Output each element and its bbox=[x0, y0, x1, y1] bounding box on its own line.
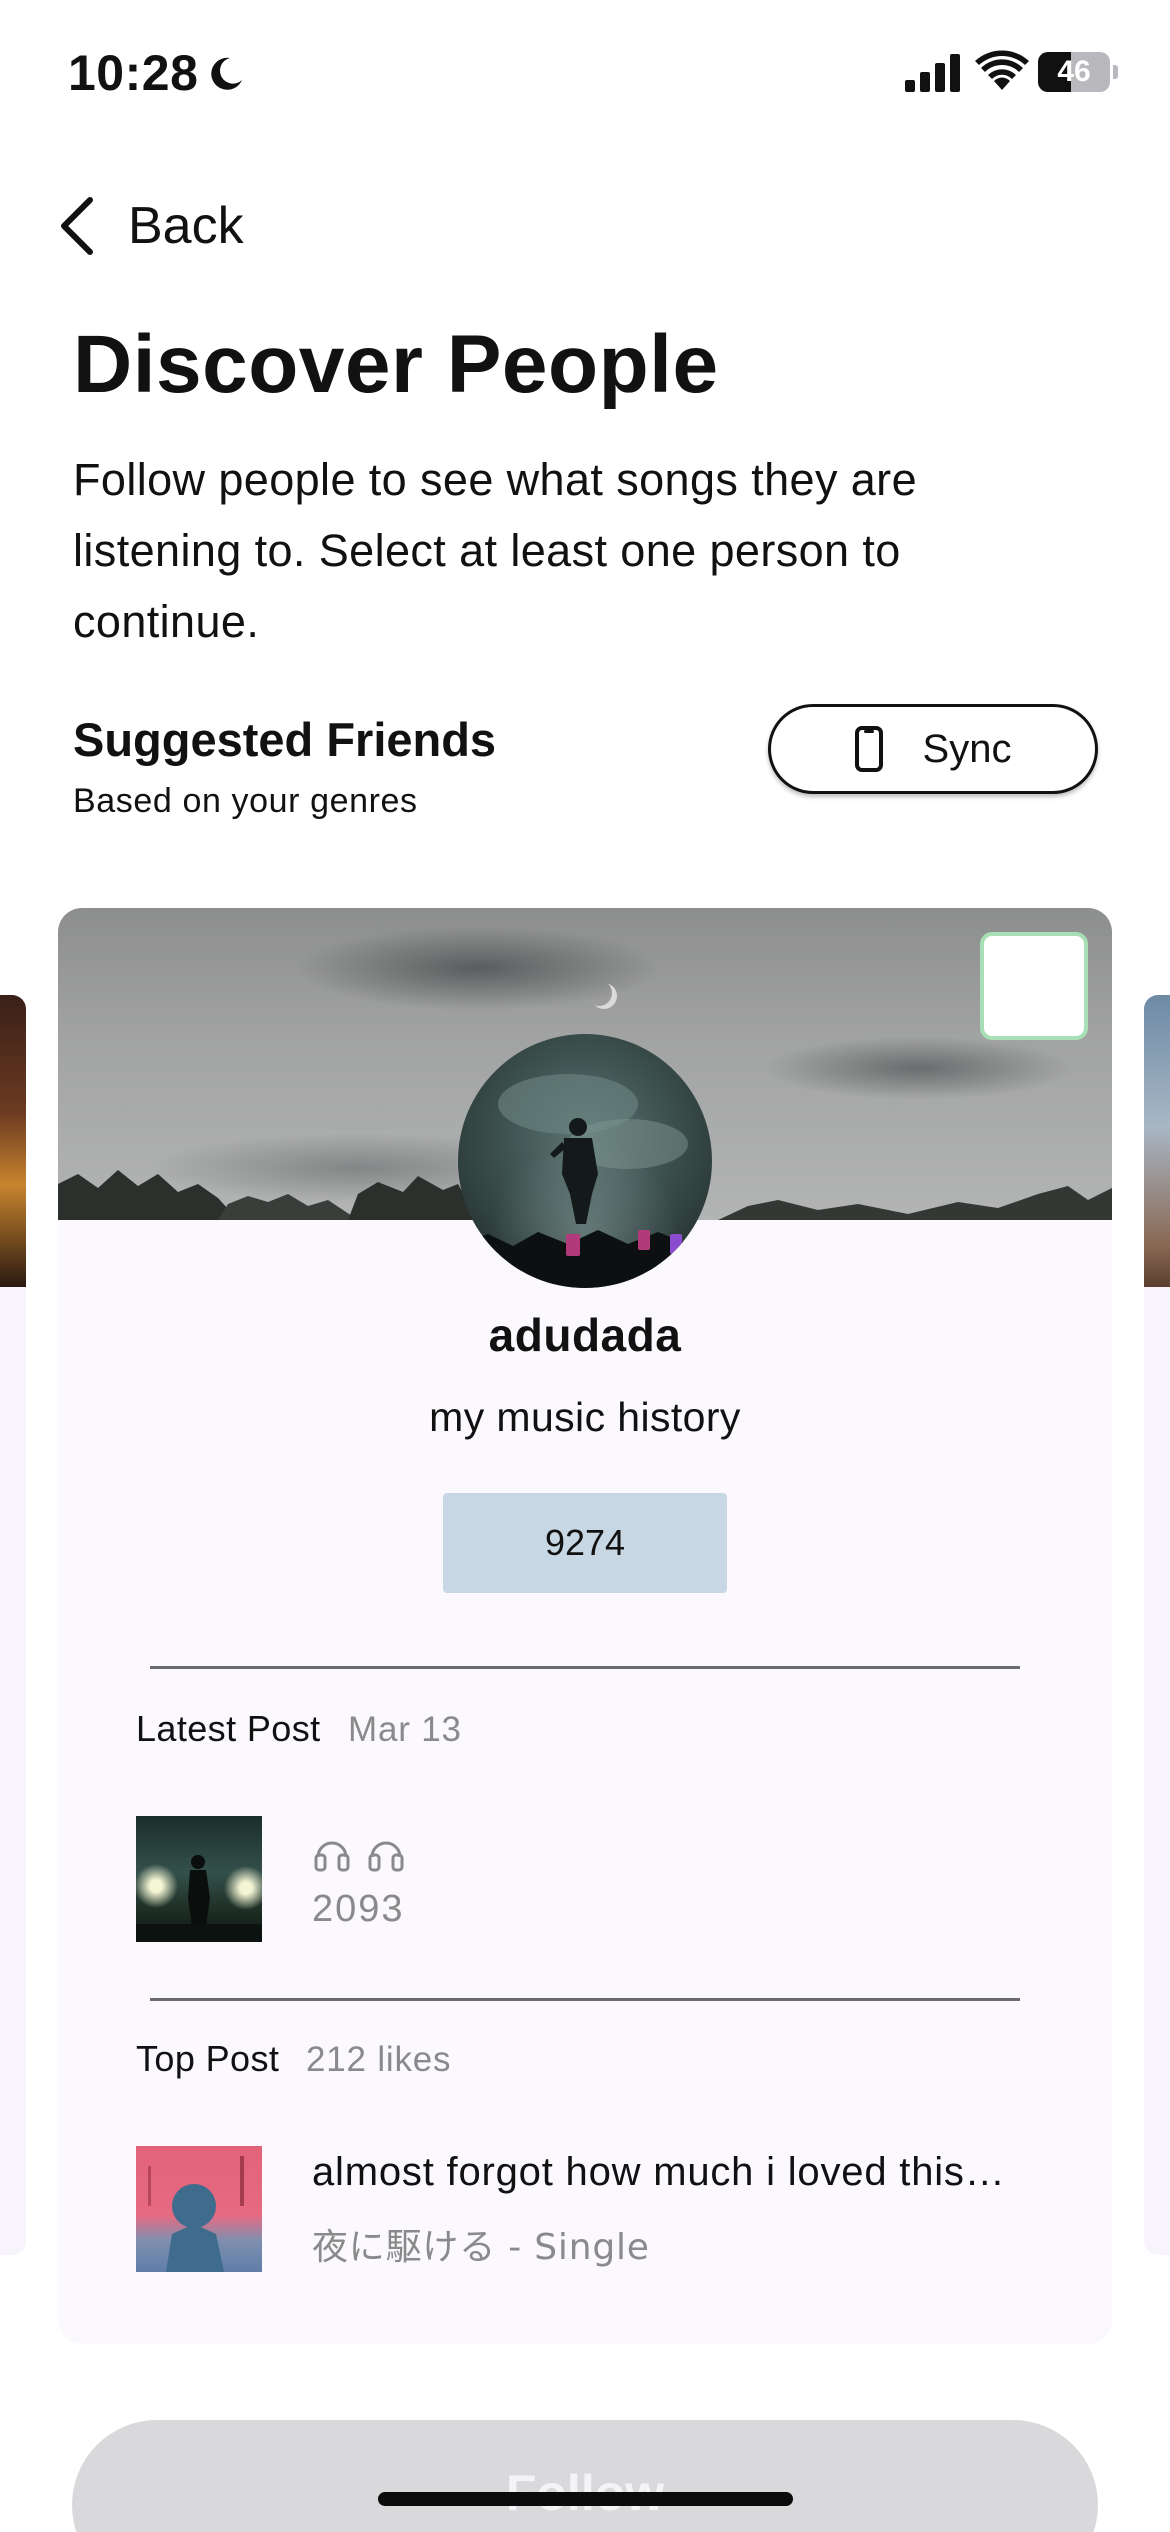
latest-post-date: Mar 13 bbox=[348, 1710, 462, 1749]
moon-icon bbox=[211, 57, 242, 90]
top-post-subtitle: 夜に駆ける - Single bbox=[312, 2227, 650, 2268]
cellular-signal-icon bbox=[905, 54, 960, 92]
previous-profile-card[interactable] bbox=[0, 995, 26, 2255]
battery-level: 46 bbox=[1057, 55, 1091, 88]
performer-silhouette-graphic bbox=[136, 1855, 262, 1942]
avatar bbox=[458, 1034, 712, 1288]
sync-label: Sync bbox=[922, 726, 1012, 771]
top-post-likes: 212 likes bbox=[306, 2040, 452, 2079]
suggested-friends-title: Suggested Friends bbox=[73, 713, 497, 766]
crescent-moon-graphic bbox=[586, 980, 612, 1006]
user-bio: my music history bbox=[429, 1394, 741, 1440]
discover-people-screen: 10:28 46 Back Discover People Follow peo… bbox=[0, 0, 1170, 2532]
concert-performer-graphic bbox=[458, 1074, 712, 1288]
page-title: Discover People bbox=[73, 319, 719, 410]
back-button[interactable]: Back bbox=[56, 186, 244, 266]
phone-icon bbox=[854, 726, 883, 772]
next-card-cover bbox=[1144, 995, 1170, 1287]
album-art-girl-graphic bbox=[148, 2156, 244, 2272]
headphones-icon bbox=[368, 1841, 404, 1872]
select-checkbox[interactable] bbox=[980, 932, 1088, 1040]
status-bar: 10:28 46 bbox=[0, 0, 1170, 150]
divider bbox=[150, 1998, 1020, 2001]
page-description: Follow people to see what songs they are… bbox=[73, 454, 917, 647]
top-post-title: almost forgot how much i loved this song bbox=[312, 2150, 1012, 2194]
stat-badge: 9274 bbox=[443, 1493, 727, 1593]
battery-icon: 46 bbox=[1038, 52, 1118, 94]
wifi-icon bbox=[975, 50, 1029, 90]
previous-card-cover bbox=[0, 995, 26, 1287]
divider bbox=[150, 1666, 1020, 1669]
top-post-label: Top Post bbox=[136, 2038, 280, 2079]
home-indicator bbox=[378, 2492, 793, 2506]
suggested-friends-subtitle: Based on your genres bbox=[73, 782, 418, 820]
back-label: Back bbox=[128, 197, 244, 255]
follow-button[interactable]: Follow bbox=[72, 2420, 1098, 2532]
top-post-artwork[interactable] bbox=[136, 2146, 262, 2272]
latest-post-artwork[interactable] bbox=[136, 1816, 262, 1942]
profile-card[interactable]: adudada my music history 9274 Latest Pos… bbox=[58, 908, 1112, 2344]
chevron-left-icon bbox=[61, 197, 93, 255]
username: adudada bbox=[488, 1309, 682, 1361]
headphones-icon bbox=[314, 1841, 350, 1872]
next-profile-card[interactable] bbox=[1144, 995, 1170, 2255]
sync-button[interactable]: Sync bbox=[768, 704, 1098, 794]
status-time: 10:28 bbox=[68, 45, 199, 101]
latest-post-label: Latest Post bbox=[136, 1708, 321, 1749]
listens-indicator bbox=[312, 1833, 406, 1873]
listen-count: 2093 bbox=[312, 1888, 405, 1930]
